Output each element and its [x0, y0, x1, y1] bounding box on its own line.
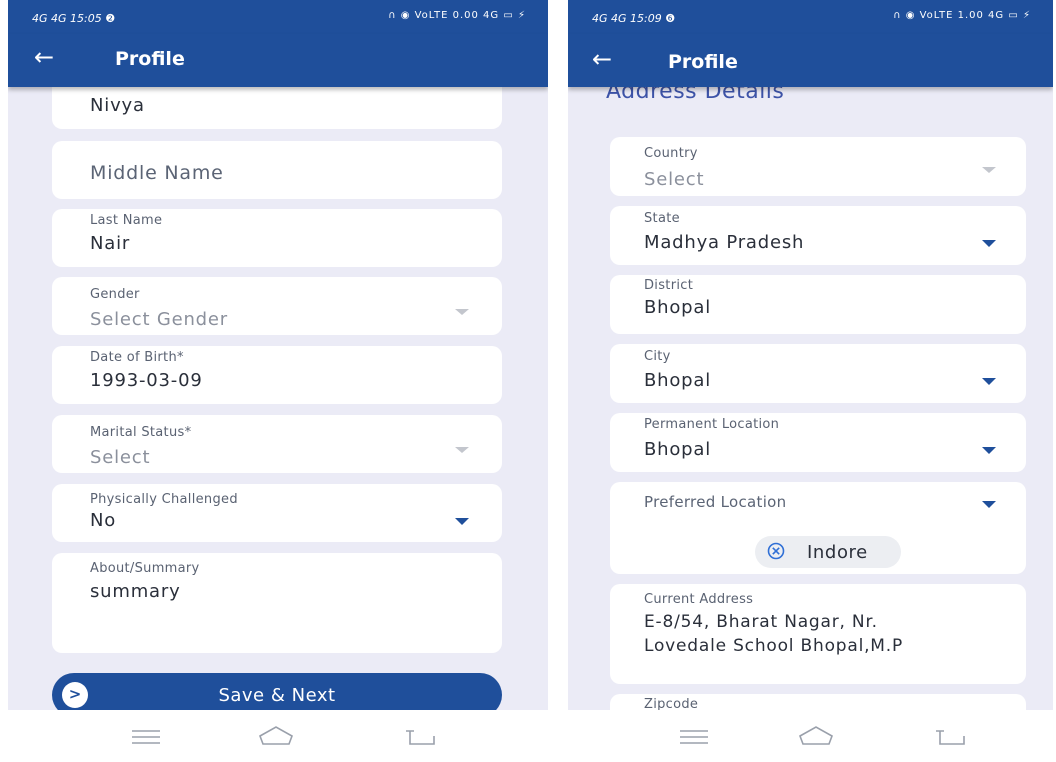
save-next-button[interactable]: > Save & Next [52, 673, 502, 710]
current-address-line2: Lovedale School Bhopal,M.P [644, 636, 904, 656]
status-icons: ∩ ◉ VoLTE 0.00 4G ▭ ⚡ [388, 10, 526, 21]
back-icon[interactable] [400, 724, 440, 748]
chip-label: Indore [807, 542, 868, 563]
status-time: 4G 4G 15:05 ❷ [32, 12, 116, 25]
permanent-location-label: Permanent Location [644, 417, 780, 432]
about-summary-label: About/Summary [90, 561, 200, 576]
permanent-location-dropdown[interactable]: Permanent Location Bhopal [610, 413, 1026, 472]
city-value: Bhopal [644, 370, 712, 390]
marital-status-placeholder: Select [90, 447, 151, 468]
physically-challenged-value: No [90, 510, 117, 531]
preferred-location-label: Preferred Location [644, 493, 787, 511]
last-name-field[interactable]: Last Name Nair [52, 209, 502, 267]
district-label: District [644, 278, 694, 293]
dropdown-caret-icon [982, 447, 996, 454]
gender-placeholder: Select Gender [90, 309, 228, 330]
about-summary-field[interactable]: About/Summary summary [52, 553, 502, 653]
page-title: Profile [115, 48, 185, 70]
city-value-clip: Bhopal [644, 368, 964, 390]
system-nav-bar [8, 710, 548, 762]
current-address-field[interactable]: Current Address E-8/54, Bharat Nagar, Nr… [610, 584, 1026, 684]
state-value: Madhya Pradesh [644, 232, 805, 252]
menu-icon[interactable] [674, 724, 714, 748]
app-bar: ← Profile [568, 34, 1053, 87]
menu-icon[interactable] [126, 724, 166, 748]
dropdown-caret-icon [455, 447, 469, 453]
district-field[interactable]: District Bhopal [610, 275, 1026, 334]
country-placeholder: Select [644, 169, 705, 190]
back-arrow-icon[interactable]: ← [34, 45, 54, 69]
status-icons: ∩ ◉ VoLTE 1.00 4G ▭ ⚡ [893, 10, 1031, 21]
last-name-label: Last Name [90, 213, 163, 228]
preferred-location-chip[interactable]: Indore [755, 536, 901, 568]
status-bar: 4G 4G 15:05 ❷ ∩ ◉ VoLTE 0.00 4G ▭ ⚡ [8, 0, 548, 34]
home-icon[interactable] [256, 724, 296, 748]
state-value-clip: Madhya Pradesh [644, 230, 964, 252]
middle-name-field[interactable]: Middle Name [52, 141, 502, 199]
country-label: Country [644, 146, 698, 161]
system-nav-bar [568, 710, 1053, 762]
status-bar: 4G 4G 15:09 ❻ ∩ ◉ VoLTE 1.00 4G ▭ ⚡ [568, 0, 1053, 34]
marital-status-label: Marital Status* [90, 425, 192, 440]
state-label: State [644, 211, 680, 226]
dropdown-caret-icon [982, 167, 996, 173]
permanent-value-clip: Bhopal [644, 437, 964, 459]
district-value: Bhopal [644, 297, 712, 318]
right-screen: 4G 4G 15:09 ❻ ∩ ◉ VoLTE 1.00 4G ▭ ⚡ ← Pr… [568, 0, 1053, 762]
profile-form[interactable]: Nivya Middle Name Last Name Nair Gender … [8, 87, 548, 710]
physically-challenged-label: Physically Challenged [90, 492, 238, 507]
current-address-line1: E-8/54, Bharat Nagar, Nr. [644, 612, 878, 632]
city-label: City [644, 349, 671, 364]
app-bar: ← Profile [8, 34, 548, 87]
about-summary-value: summary [90, 581, 181, 602]
dropdown-caret-icon [982, 501, 996, 508]
physically-challenged-dropdown[interactable]: Physically Challenged No [52, 484, 502, 542]
first-name-value: Nivya [90, 95, 145, 116]
status-time: 4G 4G 15:09 ❻ [592, 12, 676, 25]
preferred-location-dropdown[interactable]: Preferred Location Indore [610, 482, 1026, 574]
middle-name-placeholder: Middle Name [90, 162, 224, 184]
left-screen: 4G 4G 15:05 ❷ ∩ ◉ VoLTE 0.00 4G ▭ ⚡ ← Pr… [8, 0, 548, 762]
dob-label: Date of Birth* [90, 350, 184, 365]
save-next-label: Save & Next [218, 685, 336, 706]
dropdown-caret-icon [982, 240, 996, 247]
current-address-label: Current Address [644, 592, 754, 607]
dob-field[interactable]: Date of Birth* 1993-03-09 [52, 346, 502, 404]
back-icon[interactable] [930, 724, 970, 748]
state-dropdown[interactable]: State Madhya Pradesh [610, 206, 1026, 265]
gender-dropdown[interactable]: Gender Select Gender [52, 277, 502, 335]
permanent-location-value: Bhopal [644, 439, 712, 459]
close-circle-icon[interactable] [767, 542, 785, 560]
marital-status-dropdown[interactable]: Marital Status* Select [52, 415, 502, 473]
first-name-field[interactable]: Nivya [52, 87, 502, 129]
back-arrow-icon[interactable]: ← [592, 47, 612, 71]
dropdown-caret-icon [455, 309, 469, 315]
gender-label: Gender [90, 287, 140, 302]
dropdown-caret-icon [455, 518, 469, 525]
section-title: Address Details [606, 87, 785, 104]
page-title: Profile [668, 51, 738, 73]
address-form[interactable]: Address Details Country Select State Mad… [568, 87, 1053, 710]
country-dropdown[interactable]: Country Select [610, 137, 1026, 196]
dropdown-caret-icon [982, 378, 996, 385]
zipcode-field[interactable]: Zipcode 462039 [610, 694, 1026, 710]
dob-value: 1993-03-09 [90, 370, 203, 391]
home-icon[interactable] [796, 724, 836, 748]
zipcode-label: Zipcode [644, 697, 699, 710]
city-dropdown[interactable]: City Bhopal [610, 344, 1026, 403]
last-name-value: Nair [90, 233, 131, 254]
chevron-right-icon: > [62, 682, 88, 708]
